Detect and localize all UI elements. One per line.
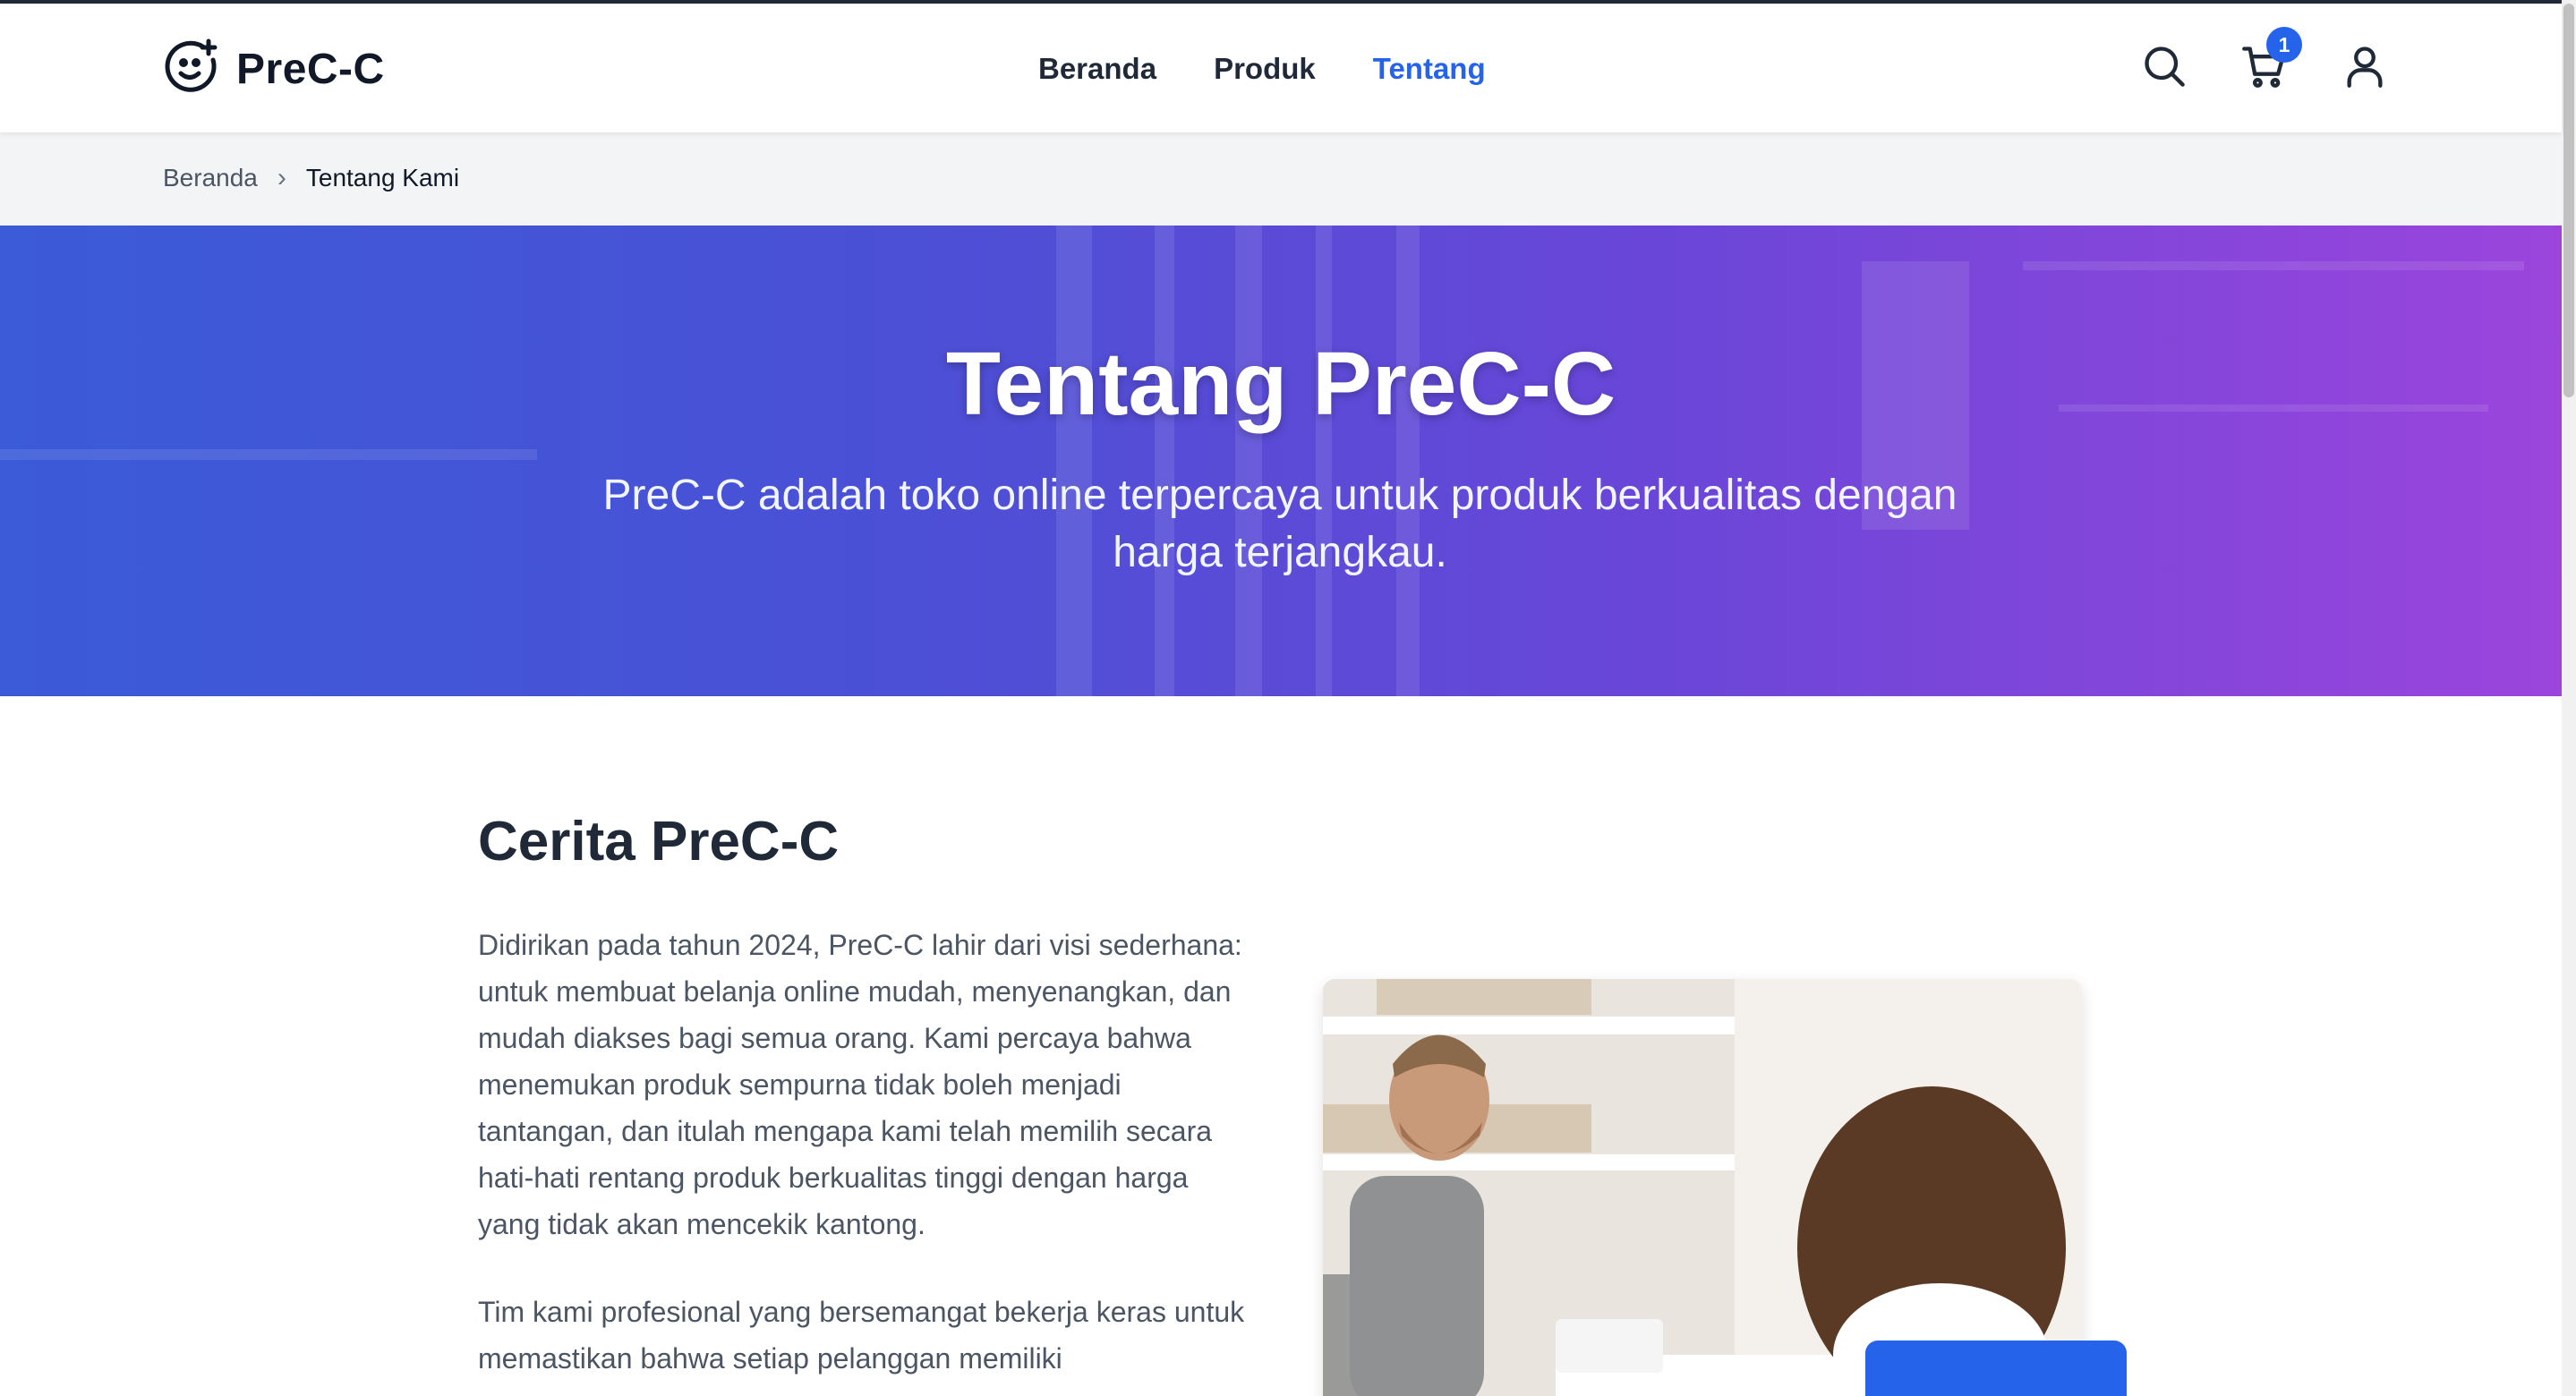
story-image <box>1323 979 2082 1396</box>
search-icon <box>2141 43 2188 94</box>
nav-link-beranda[interactable]: Beranda <box>1038 52 1156 86</box>
main-nav: Beranda Produk Tentang <box>1038 52 1486 86</box>
brand-logo-link[interactable]: PreC-C <box>163 38 385 100</box>
breadcrumb-current: Tentang Kami <box>305 164 460 192</box>
story-paragraph: Didirikan pada tahun 2024, PreC-C lahir … <box>478 929 1242 1240</box>
cart-count-badge: 1 <box>2266 27 2302 63</box>
search-button[interactable] <box>2136 39 2193 97</box>
breadcrumb-bar: Beranda › Tentang Kami <box>0 132 2562 226</box>
nav-link-tentang[interactable]: Tentang <box>1373 52 1486 86</box>
brand-name: PreC-C <box>236 45 385 93</box>
page-scrollbar-thumb[interactable] <box>2563 4 2574 397</box>
top-navbar: PreC-C Beranda Produk Tentang 1 <box>0 0 2562 132</box>
smile-plus-icon <box>163 38 220 100</box>
breadcrumb-home-link[interactable]: Beranda <box>163 164 258 192</box>
story-title: Cerita PreC-C <box>478 811 840 872</box>
floating-action-button[interactable] <box>1865 1341 2127 1396</box>
chevron-right-icon: › <box>277 163 286 192</box>
hero-subtitle: PreC-C adalah toko online terpercaya unt… <box>602 472 1958 576</box>
hero-background-image <box>0 226 2562 696</box>
account-button[interactable] <box>2336 39 2393 97</box>
nav-link-produk[interactable]: Produk <box>1214 52 1316 86</box>
about-page: PreC-C Beranda Produk Tentang 1 Beranda … <box>0 0 2576 1396</box>
user-icon <box>2341 43 2388 94</box>
hero-title: Tentang PreC-C <box>945 334 1616 434</box>
breadcrumb: Beranda › Tentang Kami <box>163 163 459 193</box>
story-paragraph: Tim kami profesional yang bersemangat be… <box>478 1296 1245 1375</box>
hero-banner: Tentang PreC-C PreC-C adalah toko online… <box>0 226 2562 696</box>
